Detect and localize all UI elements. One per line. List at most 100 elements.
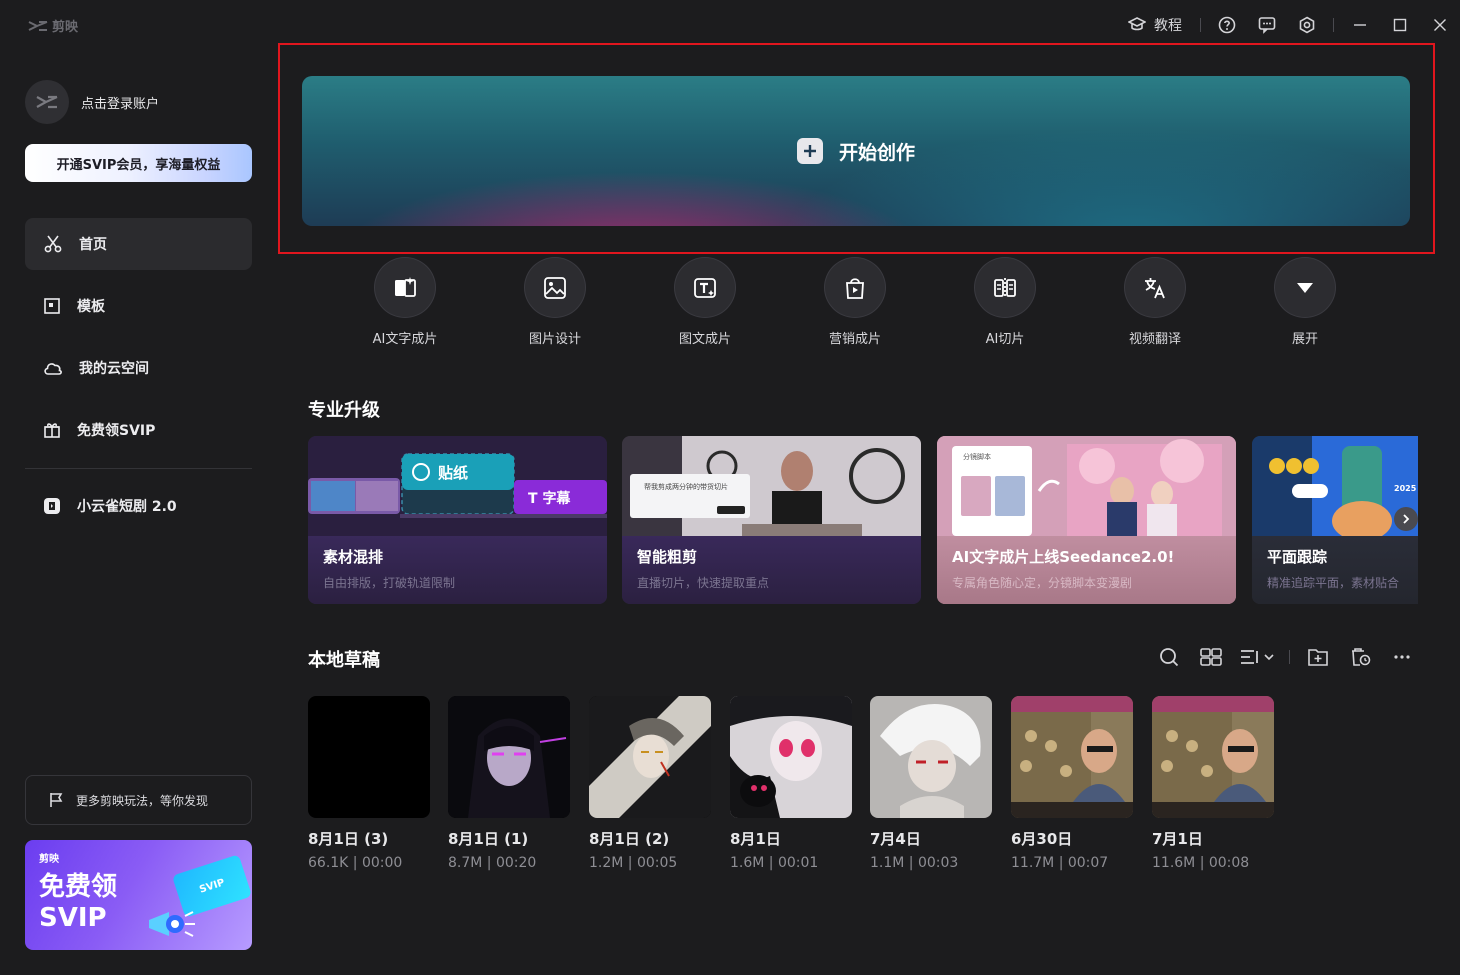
tool-label: 展开	[1291, 332, 1318, 347]
divider	[1200, 18, 1201, 32]
gift-icon	[44, 423, 60, 438]
draft-item[interactable]: 7月4日 1.1M | 00:03	[870, 696, 992, 871]
plus-icon	[796, 138, 823, 164]
upgrade-section-title: 专业升级	[308, 400, 380, 421]
help-button[interactable]	[1207, 10, 1247, 40]
recycle-bin-button[interactable]	[1342, 644, 1378, 670]
start-creating-label: 开始创作	[838, 141, 915, 164]
draft-meta: 11.7M | 00:07	[1011, 855, 1109, 871]
sidebar-item-drama[interactable]: 小云雀短剧 2.0	[25, 480, 252, 532]
draft-thumbnail[interactable]	[589, 696, 711, 818]
translate-icon[interactable]	[1124, 257, 1186, 318]
capcut-logo-icon	[28, 20, 48, 31]
upgrade-card-material-mix[interactable]: 贴纸 T 字幕 素材混排 自由排版，打破轨道限制	[308, 436, 607, 604]
draft-meta: 11.6M | 00:08	[1152, 855, 1250, 871]
tool-marketing-video[interactable]: 营销成片	[780, 257, 930, 347]
card-subtitle: 直播切片，快速提取重点	[637, 576, 770, 590]
app-logo: 剪映	[28, 16, 78, 35]
tool-text-image-video[interactable]: 图文成片	[630, 257, 780, 347]
upgrade-card-smart-rough-cut[interactable]: 帮我剪成两分钟的带货切片 智能粗剪 直播切片，快速提取重点	[622, 436, 921, 604]
open-svip-button[interactable]: 开通SVIP会员，享海量权益	[25, 144, 252, 182]
megaphone-icon	[149, 911, 195, 937]
ai-text-icon[interactable]	[374, 257, 436, 318]
draft-thumbnail[interactable]	[308, 696, 430, 818]
upgrade-card-seedance[interactable]: 分镜脚本 AI文字成片上线Seedance2.0! 专属角色随心定，分镜脚本变漫…	[937, 436, 1236, 604]
draft-item[interactable]: 6月30日 11.7M | 00:07	[1011, 696, 1133, 871]
grid-view-button[interactable]	[1193, 644, 1229, 670]
draft-name: 8月1日	[730, 830, 781, 848]
capcut-logo-icon	[36, 95, 58, 109]
free-svip-promo-banner[interactable]: 剪映 免费领SVIP SVIP	[25, 840, 252, 950]
material-mix-image	[308, 436, 607, 536]
graduation-cap-icon	[1128, 17, 1146, 31]
carousel-next-button[interactable]	[1394, 507, 1418, 531]
draft-thumbnail[interactable]	[1011, 696, 1133, 818]
ai-cut-icon[interactable]	[974, 257, 1036, 318]
import-folder-button[interactable]	[1300, 644, 1336, 670]
maximize-icon	[1393, 18, 1407, 32]
settings-button[interactable]	[1287, 10, 1327, 40]
sidebar-item-home[interactable]: 首页	[25, 218, 252, 270]
sort-button[interactable]	[1235, 644, 1279, 670]
draft-thumbnail[interactable]	[870, 696, 992, 818]
login-label[interactable]: 点击登录账户	[81, 93, 159, 112]
close-button[interactable]	[1420, 10, 1460, 40]
tool-expand[interactable]: 展开	[1230, 257, 1380, 347]
tool-ai-text-video[interactable]: AI文字成片	[330, 257, 480, 347]
sidebar-nav: 首页 模板 我的云空间 免费领SVIP	[25, 218, 252, 466]
feedback-button[interactable]	[1247, 10, 1287, 40]
card-subtitle: 自由排版，打破轨道限制	[323, 576, 456, 590]
draft-name: 8月1日 (2)	[589, 830, 670, 848]
message-icon	[1258, 17, 1276, 34]
storyboard-label: 分镜脚本	[963, 453, 991, 461]
draft-thumbnail[interactable]	[1152, 696, 1274, 818]
draft-item[interactable]: 8月1日 1.6M | 00:01	[730, 696, 852, 871]
sidebar-item-template[interactable]: 模板	[25, 280, 252, 332]
title-bar-controls: 教程	[1122, 10, 1460, 40]
start-creating-button[interactable]: 开始创作	[302, 76, 1410, 226]
subtitle-tag: T 字幕	[528, 491, 571, 507]
tool-image-design[interactable]: 图片设计	[480, 257, 630, 347]
draft-item[interactable]: 8月1日 (2) 1.2M | 00:05	[589, 696, 711, 871]
minimize-button[interactable]	[1340, 10, 1380, 40]
avatar[interactable]	[25, 80, 69, 124]
sidebar: 点击登录账户 开通SVIP会员，享海量权益 首页 模板 我的云空间 免费领SVI…	[0, 50, 278, 975]
text-image-icon[interactable]	[674, 257, 736, 318]
more-features-button[interactable]: 更多剪映玩法，等你发现	[25, 775, 252, 825]
maximize-button[interactable]	[1380, 10, 1420, 40]
image-design-icon[interactable]	[524, 257, 586, 318]
draft-item[interactable]: 8月1日 (1) 8.7M | 00:20	[448, 696, 570, 871]
tutorial-button[interactable]: 教程	[1122, 15, 1188, 35]
tool-label: 营销成片	[828, 332, 881, 347]
tool-label: AI文字成片	[372, 332, 438, 347]
shopping-bag-icon[interactable]	[824, 257, 886, 318]
draft-item[interactable]: 7月1日 11.6M | 00:08	[1152, 696, 1274, 871]
expand-icon[interactable]	[1274, 257, 1336, 318]
more-horizontal-icon	[1394, 655, 1410, 659]
card-title: AI文字成片上线Seedance2.0!	[952, 548, 1175, 566]
folder-plus-icon	[1308, 649, 1328, 666]
more-options-button[interactable]	[1384, 644, 1420, 670]
sidebar-item-free-svip[interactable]: 免费领SVIP	[25, 404, 252, 456]
seedance-image	[937, 436, 1236, 536]
draft-thumbnail[interactable]	[730, 696, 852, 818]
draft-name: 7月1日	[1152, 830, 1203, 848]
sidebar-item-label: 模板	[77, 299, 105, 315]
gear-icon	[1299, 16, 1315, 34]
help-icon	[1218, 16, 1236, 34]
draft-item[interactable]: 8月1日 (3) 66.1K | 00:00	[308, 696, 430, 871]
drafts-section-title: 本地草稿	[308, 650, 380, 671]
more-features-label: 更多剪映玩法，等你发现	[76, 793, 209, 808]
tool-ai-cut[interactable]: AI切片	[930, 257, 1080, 347]
chevron-right-icon	[1403, 514, 1410, 524]
drafts-grid: 8月1日 (3) 66.1K | 00:00 8月1日 (1) 8.7M | 0…	[308, 696, 1308, 876]
sidebar-divider	[25, 468, 252, 469]
draft-thumbnail[interactable]	[448, 696, 570, 818]
sidebar-item-cloud[interactable]: 我的云空间	[25, 342, 252, 394]
quick-tools: AI文字成片 图片设计 图文成片 营销成片 AI切片 视频翻译 展开	[330, 257, 1390, 347]
minimize-icon	[1354, 24, 1366, 26]
search-button[interactable]	[1151, 644, 1187, 670]
promo-title: 免费领SVIP	[39, 872, 118, 933]
account-login[interactable]: 点击登录账户	[25, 80, 159, 124]
tool-video-translate[interactable]: 视频翻译	[1080, 257, 1230, 347]
